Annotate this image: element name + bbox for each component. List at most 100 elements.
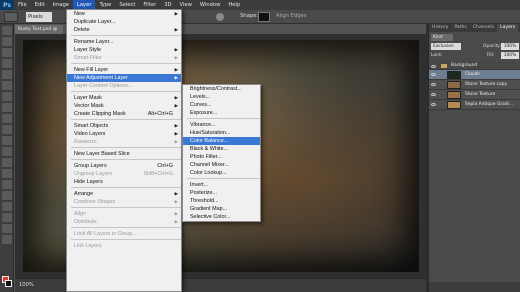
menu-item-new[interactable]: New ▶ <box>67 10 181 18</box>
layer-filter-kind[interactable]: Kind <box>431 34 453 41</box>
fill-input[interactable]: 100% <box>501 52 519 59</box>
menu-help[interactable]: Help <box>224 0 244 10</box>
shape-swatch[interactable] <box>258 12 270 22</box>
menu-item-curves[interactable]: Curves... <box>183 101 260 109</box>
submenu-arrow-icon: ▶ <box>174 211 178 216</box>
menu-item-vector-mask[interactable]: Vector Mask ▶ <box>67 102 181 110</box>
menu-window[interactable]: Window <box>196 0 224 10</box>
menu-item-posterize[interactable]: Posterize... <box>183 189 260 197</box>
visibility-eye-icon[interactable] <box>431 65 436 68</box>
menu-item-layer-mask[interactable]: Layer Mask ▶ <box>67 94 181 102</box>
menu-item-new-fill-layer[interactable]: New Fill Layer ▶ <box>67 66 181 74</box>
menu-item-rename-layer[interactable]: Rename Layer... <box>67 38 181 46</box>
zoom-level[interactable]: 100% <box>19 282 34 288</box>
healing-brush-tool-icon[interactable] <box>2 92 12 101</box>
menu-item-hide-layers[interactable]: Hide Layers <box>67 178 181 186</box>
menu-item-color-lookup[interactable]: Color Lookup... <box>183 169 260 177</box>
folder-icon <box>441 64 447 68</box>
layer-row[interactable]: Clouds <box>429 70 520 80</box>
visibility-eye-icon[interactable] <box>431 103 436 106</box>
eraser-tool-icon[interactable] <box>2 136 12 145</box>
menu-item-gradient-map[interactable]: Gradient Map... <box>183 205 260 213</box>
quick-select-tool-icon[interactable] <box>2 59 12 68</box>
gear-icon[interactable] <box>216 13 224 21</box>
pen-tool-icon[interactable] <box>2 180 12 189</box>
menu-item-smart-objects[interactable]: Smart Objects ▶ <box>67 122 181 130</box>
menu-item-selective-color[interactable]: Selective Color... <box>183 213 260 221</box>
menu-item-create-clipping-mask[interactable]: Create Clipping Mask Alt+Ctrl+G <box>67 110 181 118</box>
blend-mode-select[interactable]: Exclusion <box>431 43 461 50</box>
menu-item-link-layers: Link Layers <box>67 242 181 250</box>
menu-item-levels[interactable]: Levels... <box>183 93 260 101</box>
eyedropper-tool-icon[interactable] <box>2 81 12 90</box>
menu-item-photo-filter[interactable]: Photo Filter... <box>183 153 260 161</box>
layer-menu: New ▶ Duplicate Layer... Delete ▶ Rename Laye… <box>66 9 182 292</box>
layer-row[interactable]: Stone Texture copy <box>429 80 520 90</box>
menu-item-exposure[interactable]: Exposure... <box>183 109 260 117</box>
menu-item-align: Align ▶ <box>67 210 181 218</box>
document-tab[interactable]: Rusty Text.psd @ 100% <box>15 25 63 41</box>
opacity-input[interactable]: 100% <box>501 43 519 50</box>
clone-stamp-tool-icon[interactable] <box>2 114 12 123</box>
background-color-swatch[interactable] <box>5 280 12 287</box>
type-tool-icon[interactable] <box>2 191 12 200</box>
units-select[interactable]: Pixels <box>26 12 52 22</box>
menu-item-label: Combine Shapes <box>74 199 116 205</box>
gradient-tool-icon[interactable] <box>2 147 12 156</box>
menu-item-channel-mixer[interactable]: Channel Mixer... <box>183 161 260 169</box>
tab-history[interactable]: History <box>429 24 451 32</box>
tab-paths[interactable]: Paths <box>451 24 470 32</box>
tab-channels[interactable]: Channels <box>470 24 497 32</box>
visibility-eye-icon[interactable] <box>431 93 436 96</box>
tool-preset-picker[interactable] <box>4 12 18 22</box>
shape-label: Shape: <box>240 13 258 19</box>
layer-row[interactable]: Stone Texture <box>429 90 520 100</box>
menu-item-layer-style[interactable]: Layer Style ▶ <box>67 46 181 54</box>
menu-edit[interactable]: Edit <box>31 0 49 10</box>
align-edges-checkbox[interactable]: Align Edges <box>276 13 306 19</box>
menu-file[interactable]: File <box>14 0 31 10</box>
layer-row[interactable]: Sepia Antique Gradi... <box>429 100 520 110</box>
menu-item-label: New Layer Based Slice <box>74 151 130 157</box>
submenu-arrow-icon: ▶ <box>174 123 178 128</box>
menu-item-label: Levels... <box>190 94 211 100</box>
menu-item-rasterize: Rasterize ▶ <box>67 138 181 146</box>
menu-item-arrange[interactable]: Arrange ▶ <box>67 190 181 198</box>
move-tool-icon[interactable] <box>2 26 12 35</box>
menu-item-threshold[interactable]: Threshold... <box>183 197 260 205</box>
rectangle-tool-icon[interactable] <box>2 213 12 222</box>
layers-list: Background Clouds Stone Texture copy Stone … <box>429 62 520 110</box>
crop-tool-icon[interactable] <box>2 70 12 79</box>
menu-item-new-adjustment-layer[interactable]: New Adjustment Layer ▶ <box>67 74 181 82</box>
menu-item-video-layers[interactable]: Video Layers ▶ <box>67 130 181 138</box>
zoom-tool-icon[interactable] <box>2 235 12 244</box>
menu-item-black-white[interactable]: Black & White... <box>183 145 260 153</box>
menu-item-brightness-contrast[interactable]: Brightness/Contrast... <box>183 85 260 93</box>
visibility-eye-icon[interactable] <box>431 83 436 86</box>
layer-group-row[interactable]: Background <box>429 62 520 70</box>
menu-item-label: Gradient Map... <box>190 206 228 212</box>
blur-tool-icon[interactable] <box>2 158 12 167</box>
brush-tool-icon[interactable] <box>2 103 12 112</box>
marquee-tool-icon[interactable] <box>2 37 12 46</box>
menu-item-vibrance[interactable]: Vibrance... <box>183 121 260 129</box>
submenu-arrow-icon: ▶ <box>174 75 178 80</box>
hand-tool-icon[interactable] <box>2 224 12 233</box>
path-selection-tool-icon[interactable] <box>2 202 12 211</box>
menu-item-duplicate-layer[interactable]: Duplicate Layer... <box>67 18 181 26</box>
visibility-eye-icon[interactable] <box>431 73 436 76</box>
history-brush-tool-icon[interactable] <box>2 125 12 134</box>
menu-item-shortcut: Alt+Ctrl+G <box>147 111 173 117</box>
menu-item-invert[interactable]: Invert... <box>183 181 260 189</box>
tools-panel <box>0 24 14 292</box>
menu-item-delete[interactable]: Delete ▶ <box>67 26 181 34</box>
submenu-arrow-icon: ▶ <box>174 47 178 52</box>
dodge-tool-icon[interactable] <box>2 169 12 178</box>
lasso-tool-icon[interactable] <box>2 48 12 57</box>
menu-item-color-balance[interactable]: Color Balance... <box>183 137 260 145</box>
menu-item-new-layer-based-slice[interactable]: New Layer Based Slice <box>67 150 181 158</box>
menu-item-group-layers[interactable]: Group Layers Ctrl+G <box>67 162 181 170</box>
menu-item-hue-saturation[interactable]: Hue/Saturation... <box>183 129 260 137</box>
menu-item-label: Delete <box>74 27 90 33</box>
tab-layers[interactable]: Layers <box>497 24 519 32</box>
